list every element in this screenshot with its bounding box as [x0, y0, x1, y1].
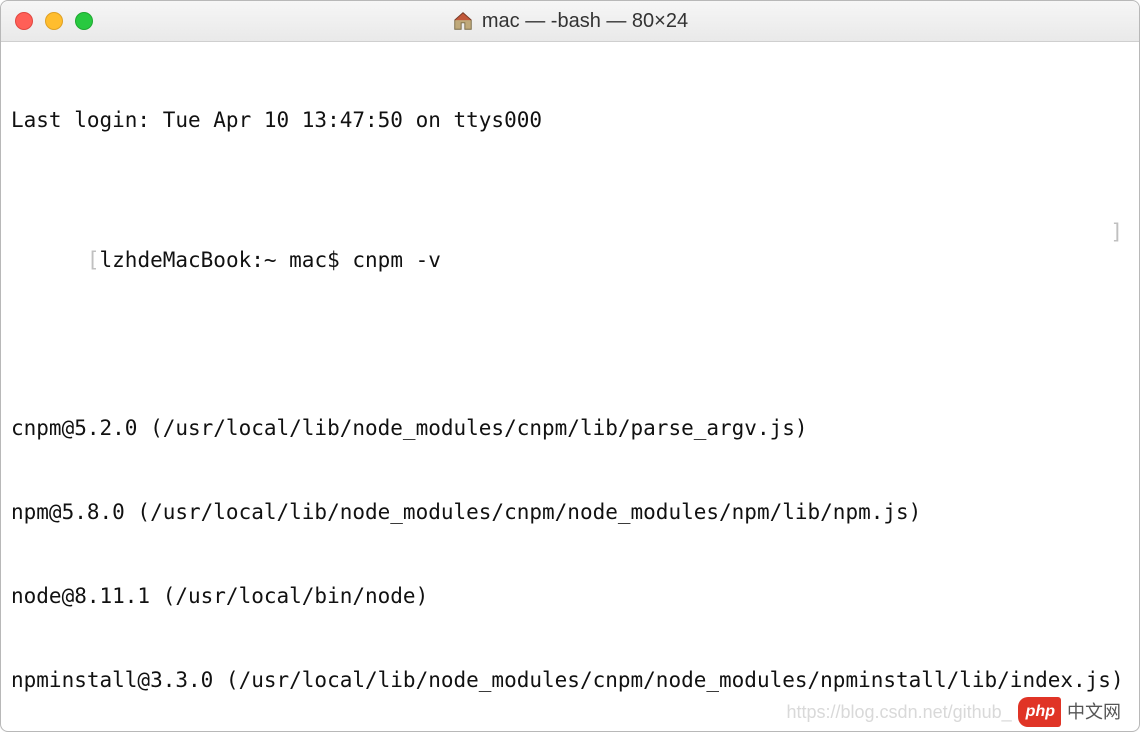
output-line: node@8.11.1 (/usr/local/bin/node) — [11, 582, 1129, 610]
bracket-right: ] — [1110, 218, 1123, 246]
minimize-button[interactable] — [45, 12, 63, 30]
window-title-text: mac — -bash — 80×24 — [482, 10, 688, 33]
terminal-body[interactable]: Last login: Tue Apr 10 13:47:50 on ttys0… — [1, 42, 1139, 731]
watermark: https://blog.csdn.net/github_ php 中文网 — [787, 697, 1122, 727]
zoom-button[interactable] — [75, 12, 93, 30]
output-line: npminstall@3.3.0 (/usr/local/lib/node_mo… — [11, 666, 1129, 694]
home-icon — [452, 10, 474, 32]
php-badge: php — [1018, 697, 1061, 727]
prompt-host: lzhdeMacBook:~ mac$ — [100, 248, 340, 272]
output-line: Last login: Tue Apr 10 13:47:50 on ttys0… — [11, 106, 1129, 134]
prompt-command: cnpm -v — [352, 248, 441, 272]
output-line: cnpm@5.2.0 (/usr/local/lib/node_modules/… — [11, 414, 1129, 442]
watermark-text: https://blog.csdn.net/github_ — [787, 698, 1012, 726]
titlebar[interactable]: mac — -bash — 80×24 — [1, 1, 1139, 42]
terminal-window: mac — -bash — 80×24 Last login: Tue Apr … — [0, 0, 1140, 732]
output-line: npm@5.8.0 (/usr/local/lib/node_modules/c… — [11, 498, 1129, 526]
watermark-cn: 中文网 — [1067, 698, 1121, 726]
bracket-left: [ — [87, 248, 100, 272]
prompt-line: [lzhdeMacBook:~ mac$ cnpm -v ] — [11, 218, 1129, 330]
close-button[interactable] — [15, 12, 33, 30]
window-title: mac — -bash — 80×24 — [1, 10, 1139, 33]
traffic-lights — [15, 12, 93, 30]
